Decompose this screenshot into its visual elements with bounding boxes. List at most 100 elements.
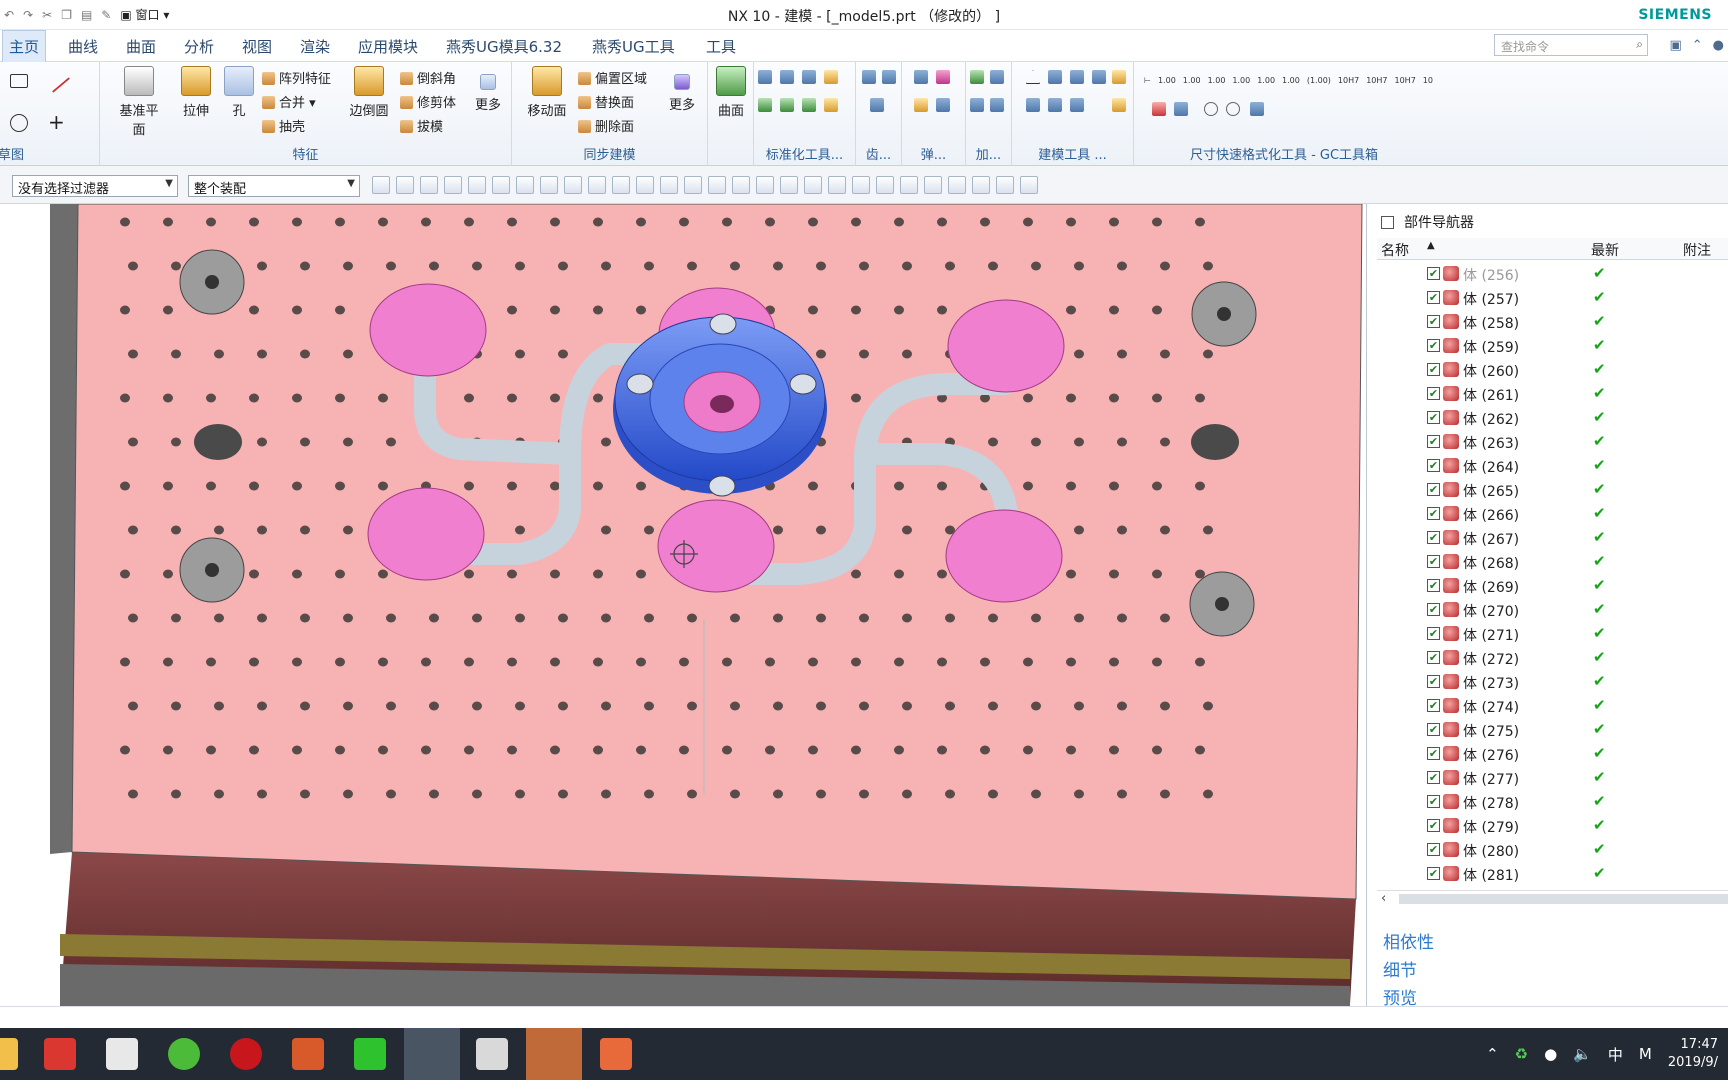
dim-tool-icon[interactable] — [1174, 102, 1188, 116]
navigator-row[interactable]: ✔ 体 (260) ✔ — [1377, 358, 1728, 382]
navigator-row[interactable]: ✔ 体 (278) ✔ — [1377, 790, 1728, 814]
line-icon[interactable] — [51, 77, 71, 93]
chevron-up-icon[interactable]: ⌃ — [1486, 1045, 1499, 1063]
triangle-icon[interactable] — [1026, 70, 1040, 84]
help-icon[interactable]: ● — [1713, 38, 1724, 53]
render-icon[interactable] — [972, 176, 990, 194]
snap-icon[interactable] — [828, 176, 846, 194]
navigator-row[interactable]: ✔ 体 (267) ✔ — [1377, 526, 1728, 550]
visibility-checkbox[interactable]: ✔ — [1427, 747, 1440, 760]
render-icon[interactable] — [1020, 176, 1038, 194]
datum-plane-button[interactable]: 基准平面 — [114, 66, 164, 138]
tray-app-icon[interactable]: ♻ — [1515, 1045, 1528, 1063]
filter-icon[interactable] — [420, 176, 438, 194]
cooling-pad[interactable] — [367, 487, 485, 581]
addon-icon[interactable] — [970, 70, 984, 84]
build-icon[interactable] — [1026, 98, 1040, 112]
visibility-checkbox[interactable]: ✔ — [1427, 483, 1440, 496]
app-icon[interactable] — [292, 1038, 324, 1070]
calculator-icon[interactable] — [476, 1038, 508, 1070]
ime-indicator[interactable]: 中 — [1608, 1044, 1623, 1065]
filter-icon[interactable] — [396, 176, 414, 194]
shell-button[interactable]: 抽壳 — [262, 116, 305, 135]
column-header-latest[interactable]: 最新 — [1591, 240, 1619, 260]
tab-view[interactable]: 视图 — [236, 36, 278, 57]
render-icon[interactable] — [876, 176, 894, 194]
navigator-row[interactable]: ✔ 体 (261) ✔ — [1377, 382, 1728, 406]
app-icon[interactable] — [230, 1038, 262, 1070]
spring-icon[interactable] — [936, 70, 950, 84]
column-header-name[interactable]: 名称 — [1381, 240, 1409, 260]
dim-tool-icon[interactable] — [1250, 102, 1264, 116]
tab-yanxiu-tools[interactable]: 燕秀UG工具 — [586, 36, 681, 57]
visibility-checkbox[interactable]: ✔ — [1427, 651, 1440, 664]
build-icon[interactable] — [1070, 98, 1084, 112]
navigator-row[interactable]: ✔ 体 (257) ✔ — [1377, 286, 1728, 310]
nx-taskbar-button[interactable] — [404, 1028, 460, 1080]
snap-icon[interactable] — [756, 176, 774, 194]
spring-icon[interactable] — [936, 98, 950, 112]
sprue-bushing[interactable] — [613, 313, 827, 497]
standard-tools-label[interactable]: 标准化工具... — [754, 144, 855, 163]
snap-icon[interactable] — [564, 176, 582, 194]
navigator-row[interactable]: ✔ 体 (275) ✔ — [1377, 718, 1728, 742]
cooling-pad[interactable] — [657, 499, 775, 593]
render-icon[interactable] — [924, 176, 942, 194]
tab-home[interactable]: 主页 — [2, 30, 47, 62]
clock[interactable]: 17:47 2019/9/ — [1668, 1036, 1718, 1072]
addon-icon[interactable] — [990, 98, 1004, 112]
navigator-row[interactable]: ✔ 体 (256) ✔ — [1377, 262, 1728, 286]
tab-render[interactable]: 渲染 — [294, 36, 336, 57]
navigator-row[interactable]: ✔ 体 (271) ✔ — [1377, 622, 1728, 646]
visibility-checkbox[interactable]: ✔ — [1427, 867, 1440, 880]
visibility-checkbox[interactable]: ✔ — [1427, 387, 1440, 400]
snap-icon[interactable] — [804, 176, 822, 194]
addon-icon[interactable] — [990, 70, 1004, 84]
navigator-row[interactable]: ✔ 体 (262) ✔ — [1377, 406, 1728, 430]
app-red-icon[interactable] — [44, 1038, 76, 1070]
spring-group-label[interactable]: 弹... — [902, 144, 965, 163]
visibility-checkbox[interactable]: ✔ — [1427, 363, 1440, 376]
visibility-checkbox[interactable]: ✔ — [1427, 339, 1440, 352]
tolerance-style-button[interactable]: 1.00 — [1183, 76, 1201, 85]
visibility-checkbox[interactable]: ✔ — [1427, 795, 1440, 808]
view-icon[interactable] — [516, 176, 534, 194]
navigator-row[interactable]: ✔ 体 (277) ✔ — [1377, 766, 1728, 790]
snap-icon[interactable] — [780, 176, 798, 194]
sort-ascending-icon[interactable]: ▲ — [1427, 240, 1435, 251]
scroll-left-icon[interactable]: ‹ — [1381, 891, 1386, 906]
visibility-checkbox[interactable]: ✔ — [1427, 315, 1440, 328]
circle-icon[interactable] — [10, 114, 28, 132]
tool-icon[interactable] — [780, 70, 794, 84]
tool-icon[interactable] — [824, 70, 838, 84]
tool-icon[interactable] — [780, 98, 794, 112]
snap-icon[interactable] — [660, 176, 678, 194]
navigator-row[interactable]: ✔ 体 (265) ✔ — [1377, 478, 1728, 502]
filter-icon[interactable] — [444, 176, 462, 194]
visibility-checkbox[interactable]: ✔ — [1427, 771, 1440, 784]
tolerance-style-button[interactable]: 1.00 — [1208, 76, 1226, 85]
delete-face-button[interactable]: 删除面 — [578, 116, 634, 135]
gear-icon[interactable] — [882, 70, 896, 84]
visibility-checkbox[interactable]: ✔ — [1427, 435, 1440, 448]
app-icon[interactable] — [600, 1038, 632, 1070]
draft-button[interactable]: 拔模 — [400, 116, 443, 135]
qq-icon[interactable]: ● — [1544, 1045, 1557, 1063]
scrollbar-thumb[interactable] — [1399, 894, 1728, 904]
collapse-ribbon-icon[interactable]: ⌃ — [1692, 38, 1703, 53]
selection-filter-dropdown[interactable]: 没有选择过滤器 ▼ — [12, 175, 178, 197]
file-explorer-icon[interactable] — [0, 1038, 18, 1070]
section-details[interactable]: 细节 — [1383, 956, 1417, 981]
navigator-row[interactable]: ✔ 体 (273) ✔ — [1377, 670, 1728, 694]
gear-icon[interactable] — [862, 70, 876, 84]
view-icon[interactable] — [540, 176, 558, 194]
tolerance-style-button[interactable]: 10H7 — [1395, 76, 1416, 85]
move-face-button[interactable]: 移动面 — [524, 66, 570, 119]
filter-icon[interactable] — [468, 176, 486, 194]
navigator-row[interactable]: ✔ 体 (270) ✔ — [1377, 598, 1728, 622]
tab-analysis[interactable]: 分析 — [178, 36, 220, 57]
navigator-row[interactable]: ✔ 体 (259) ✔ — [1377, 334, 1728, 358]
cooling-pad[interactable] — [369, 283, 487, 377]
build-icon[interactable] — [1048, 70, 1062, 84]
sync-more-button[interactable]: 更多 — [666, 66, 698, 113]
